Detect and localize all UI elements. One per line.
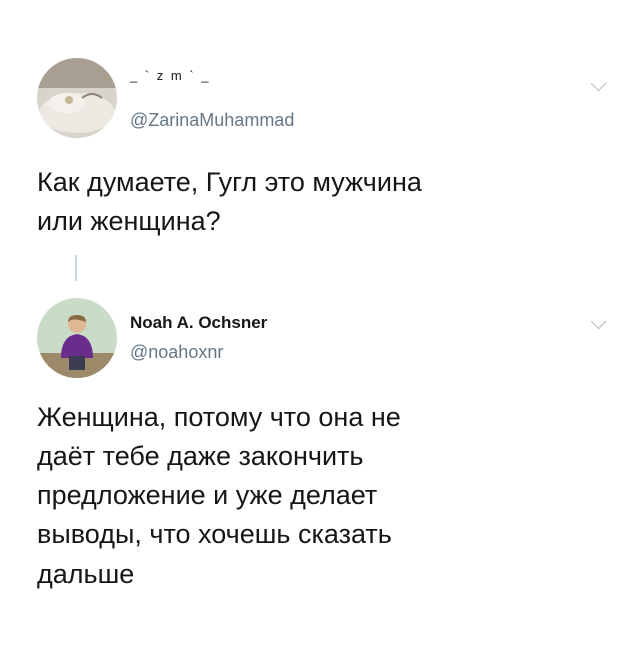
avatar-noah[interactable]	[37, 298, 117, 378]
person-photo-icon	[37, 298, 117, 378]
tweet-text: Как думаете, Гугл это мужчина или женщин…	[37, 167, 422, 237]
bed-pillow-icon	[37, 58, 117, 138]
handle[interactable]: @noahoxnr	[130, 342, 223, 363]
display-name[interactable]: Noah A. Ochsner	[130, 313, 267, 333]
display-name[interactable]: _ ` z m ` _	[130, 68, 211, 83]
chevron-down-icon[interactable]	[590, 75, 607, 92]
thread-connector	[75, 255, 77, 281]
avatar-zarina[interactable]	[37, 58, 117, 138]
tweet-text: Женщина, потому что она не даёт тебе даж…	[37, 402, 401, 589]
handle[interactable]: @ZarinaMuhammad	[130, 110, 294, 131]
chevron-down-icon[interactable]	[590, 313, 607, 330]
